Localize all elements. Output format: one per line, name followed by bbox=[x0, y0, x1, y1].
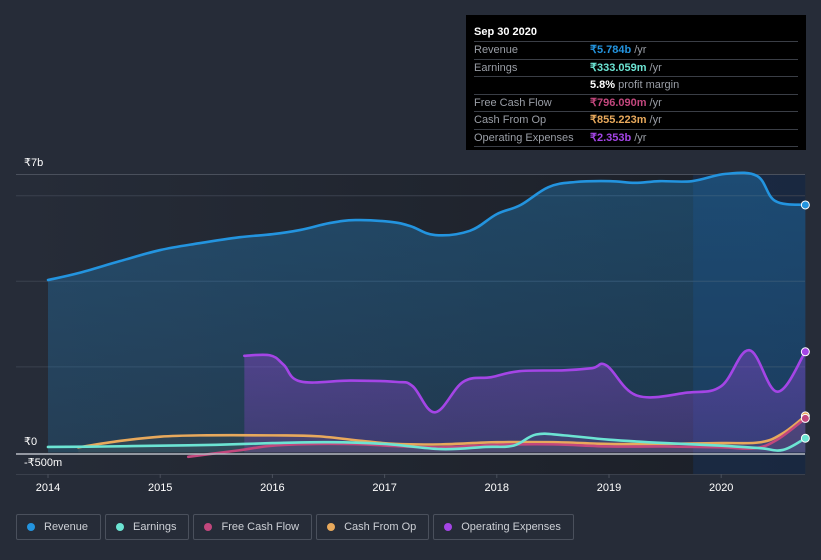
tooltip-value: ₹2.353b bbox=[590, 131, 632, 144]
legend-label: Free Cash Flow bbox=[221, 521, 300, 533]
free-cash-flow-endpoint[interactable] bbox=[800, 413, 810, 423]
legend-dot-icon bbox=[116, 523, 125, 531]
legend-dot-icon bbox=[204, 523, 213, 531]
revenue-endpoint[interactable] bbox=[800, 200, 810, 210]
operating-expenses-endpoint[interactable] bbox=[800, 347, 810, 357]
x-tick-label: 2019 bbox=[597, 482, 621, 494]
tooltip-row-operating-expenses: Operating Expenses ₹2.353b/yr bbox=[474, 130, 798, 147]
legend-label: Earnings bbox=[133, 521, 177, 533]
legend-item-earnings[interactable]: Earnings bbox=[105, 514, 190, 540]
tooltip-value: ₹855.223m bbox=[590, 114, 647, 126]
tooltip-label: Free Cash Flow bbox=[474, 96, 552, 109]
tooltip: Sep 30 2020 Revenue ₹5.784b/yr Earnings ₹33… bbox=[466, 15, 806, 150]
tooltip-label: Earnings bbox=[474, 61, 518, 74]
tooltip-unit: profit margin bbox=[618, 79, 680, 91]
legend-item-revenue[interactable]: Revenue bbox=[16, 514, 102, 540]
tooltip-unit: /yr bbox=[649, 96, 662, 109]
tooltip-label: Operating Expenses bbox=[474, 131, 574, 144]
tooltip-row-revenue: Revenue ₹5.784b/yr bbox=[474, 42, 798, 60]
tooltip-unit: /yr bbox=[634, 44, 647, 56]
tooltip-row-cash-from-op: Cash From Op ₹855.223m/yr bbox=[474, 112, 798, 130]
tooltip-value: 5.8% bbox=[590, 79, 616, 91]
legend-item-operating-expenses[interactable]: Operating Expenses bbox=[433, 514, 574, 540]
x-tick-label: 2020 bbox=[709, 482, 733, 494]
tooltip-label: Revenue bbox=[474, 44, 519, 56]
legend-dot-icon bbox=[327, 523, 336, 531]
legend-item-cash-from-op[interactable]: Cash From Op bbox=[316, 514, 430, 540]
tooltip-value: ₹333.059m bbox=[590, 61, 647, 74]
legend: Revenue Earnings Free Cash Flow Cash From O… bbox=[16, 514, 574, 540]
legend-label: Operating Expenses bbox=[461, 521, 561, 533]
tooltip-value: ₹796.090m bbox=[590, 96, 647, 109]
x-tick-label: 2014 bbox=[36, 482, 60, 494]
legend-dot-icon bbox=[444, 523, 453, 531]
tooltip-unit: /yr bbox=[634, 131, 647, 144]
legend-item-free-cash-flow[interactable]: Free Cash Flow bbox=[193, 514, 313, 540]
tooltip-date: Sep 30 2020 bbox=[474, 23, 798, 42]
tooltip-row-profit-margin: 5.8% profit margin bbox=[474, 77, 798, 95]
tooltip-row-earnings: Earnings ₹333.059m/yr bbox=[474, 60, 798, 77]
x-tick-label: 2015 bbox=[148, 482, 172, 494]
tooltip-unit: /yr bbox=[649, 114, 662, 126]
x-tick-label: 2017 bbox=[372, 482, 396, 494]
tooltip-label bbox=[474, 77, 590, 94]
legend-label: Cash From Op bbox=[344, 521, 417, 533]
x-tick-label: 2018 bbox=[485, 482, 509, 494]
tooltip-unit: /yr bbox=[649, 61, 662, 74]
tooltip-row-free-cash-flow: Free Cash Flow ₹796.090m/yr bbox=[474, 95, 798, 112]
y-tick-label: -₹500m bbox=[24, 457, 62, 469]
x-tick-label: 2016 bbox=[260, 482, 284, 494]
legend-label: Revenue bbox=[44, 521, 89, 533]
tooltip-label: Cash From Op bbox=[474, 114, 547, 126]
earnings-endpoint[interactable] bbox=[800, 433, 810, 443]
tooltip-value: ₹5.784b bbox=[590, 44, 632, 56]
y-tick-label: ₹7b bbox=[24, 157, 43, 169]
legend-dot-icon bbox=[27, 523, 35, 531]
y-tick-label: ₹0 bbox=[24, 436, 37, 448]
